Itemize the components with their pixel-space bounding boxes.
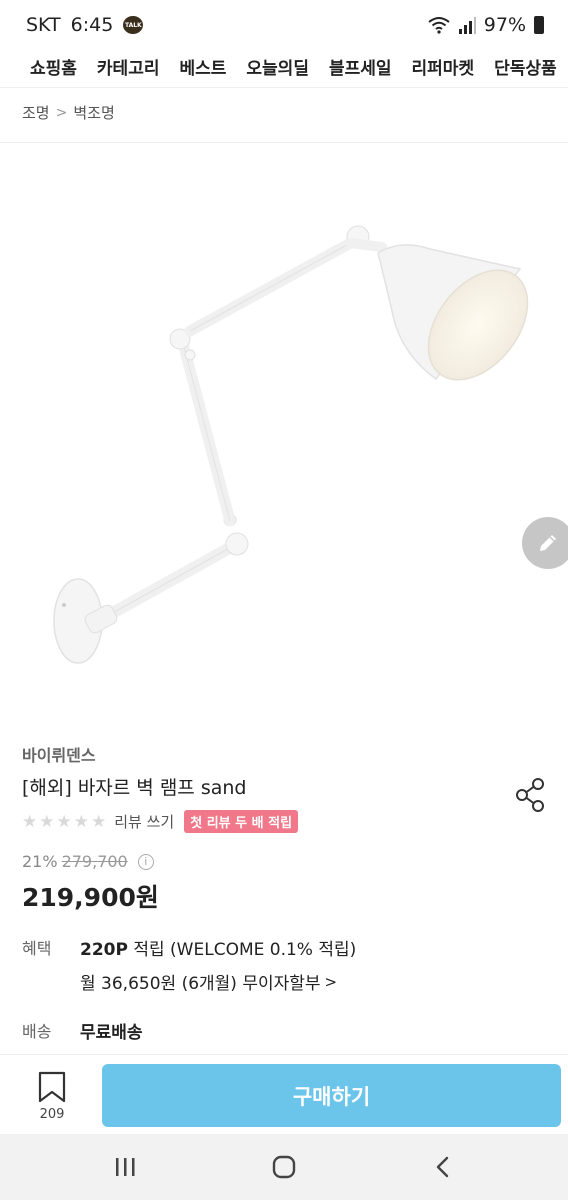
discount-rate: 21% [22, 852, 58, 871]
pencil-icon [540, 535, 556, 551]
points-text: 적립 (WELCOME 0.1% 적립) [133, 940, 357, 960]
share-button[interactable] [514, 777, 548, 813]
chevron-right-icon: > [324, 972, 338, 991]
home-button[interactable] [269, 1152, 299, 1182]
nav-item-todays-deal[interactable]: 오늘의딜 [246, 54, 309, 79]
star-icon: ★ [73, 811, 89, 832]
wifi-icon [428, 17, 450, 34]
star-icon: ★ [56, 811, 72, 832]
edit-button[interactable] [522, 517, 568, 569]
battery-percent: 97% [483, 14, 526, 36]
share-icon [516, 778, 544, 812]
original-price: 279,700 [61, 852, 128, 871]
installment-link[interactable]: 월 36,650원 (6개월) 무이자할부 > [80, 969, 338, 995]
shipping-value: 무료배송 [80, 1023, 143, 1043]
clock: 6:45 [70, 14, 114, 36]
talk-badge-label: TALK [124, 21, 142, 29]
star-rating: ★ ★ ★ ★ ★ [22, 812, 106, 832]
carrier-label: SKT [26, 14, 61, 36]
nav-item-refurb-market[interactable]: 리퍼마켓 [412, 54, 475, 79]
benefit-label: 혜택 [22, 939, 52, 958]
star-icon: ★ [39, 811, 55, 832]
sale-price: 219,900원 [22, 883, 159, 912]
star-icon: ★ [91, 811, 107, 832]
first-review-badge: 첫 리뷰 두 배 적립 [184, 810, 299, 833]
recent-apps-button[interactable] [110, 1152, 140, 1182]
home-icon [272, 1155, 296, 1179]
info-icon[interactable]: i [137, 853, 154, 870]
shipping-label: 배송 [22, 1022, 52, 1041]
product-title: [해외] 바자르 벽 램프 sand [22, 777, 247, 799]
buy-button[interactable]: 구매하기 [102, 1064, 561, 1127]
nav-item-best[interactable]: 베스트 [179, 54, 226, 79]
signal-icon [458, 17, 476, 34]
back-button[interactable] [428, 1152, 458, 1182]
nav-item-exclusive[interactable]: 단독상품 [494, 54, 557, 79]
benefit-points: 220P 적립 (WELCOME 0.1% 적립) [80, 935, 356, 960]
product-image[interactable] [0, 143, 568, 723]
battery-icon [534, 16, 544, 34]
bookmark-icon [38, 1071, 66, 1103]
breadcrumb-wall-lighting[interactable]: 벽조명 [73, 102, 114, 123]
bookmark-count: 209 [39, 1107, 65, 1122]
bookmark-button[interactable]: 209 [30, 1071, 74, 1131]
status-right: 97% [428, 14, 544, 36]
breadcrumb-separator: > [55, 104, 68, 121]
recent-apps-icon [116, 1158, 135, 1176]
bottom-action-bar: 209 구매하기 [0, 1054, 568, 1134]
write-review-link[interactable]: 리뷰 쓰기 [114, 811, 174, 832]
status-bar: SKT 6:45 TALK 97% [0, 0, 568, 50]
points-amount: 220P [80, 940, 128, 960]
rating-row: ★ ★ ★ ★ ★ 리뷰 쓰기 첫 리뷰 두 배 적립 [22, 810, 299, 833]
nav-item-shopping-home[interactable]: 쇼핑홈 [30, 54, 77, 79]
nav-item-black-friday[interactable]: 블프세일 [329, 54, 392, 79]
breadcrumb: 조명 > 벽조명 [22, 102, 115, 123]
nav-item-category[interactable]: 카테고리 [97, 54, 160, 79]
system-nav-bar [0, 1134, 568, 1200]
brand-name[interactable]: 바이뤼덴스 [22, 742, 96, 766]
kakaotalk-icon: TALK [123, 16, 144, 34]
back-icon [436, 1156, 449, 1178]
installment-text: 월 36,650원 (6개월) 무이자할부 [80, 974, 321, 994]
status-left: SKT 6:45 TALK [26, 14, 144, 36]
category-nav: 쇼핑홈 카테고리 베스트 오늘의딜 블프세일 리퍼마켓 단독상품 [0, 46, 568, 88]
discount-row: 21% 279,700 i [22, 852, 154, 871]
star-icon: ★ [22, 811, 38, 832]
breadcrumb-lighting[interactable]: 조명 [22, 102, 50, 123]
